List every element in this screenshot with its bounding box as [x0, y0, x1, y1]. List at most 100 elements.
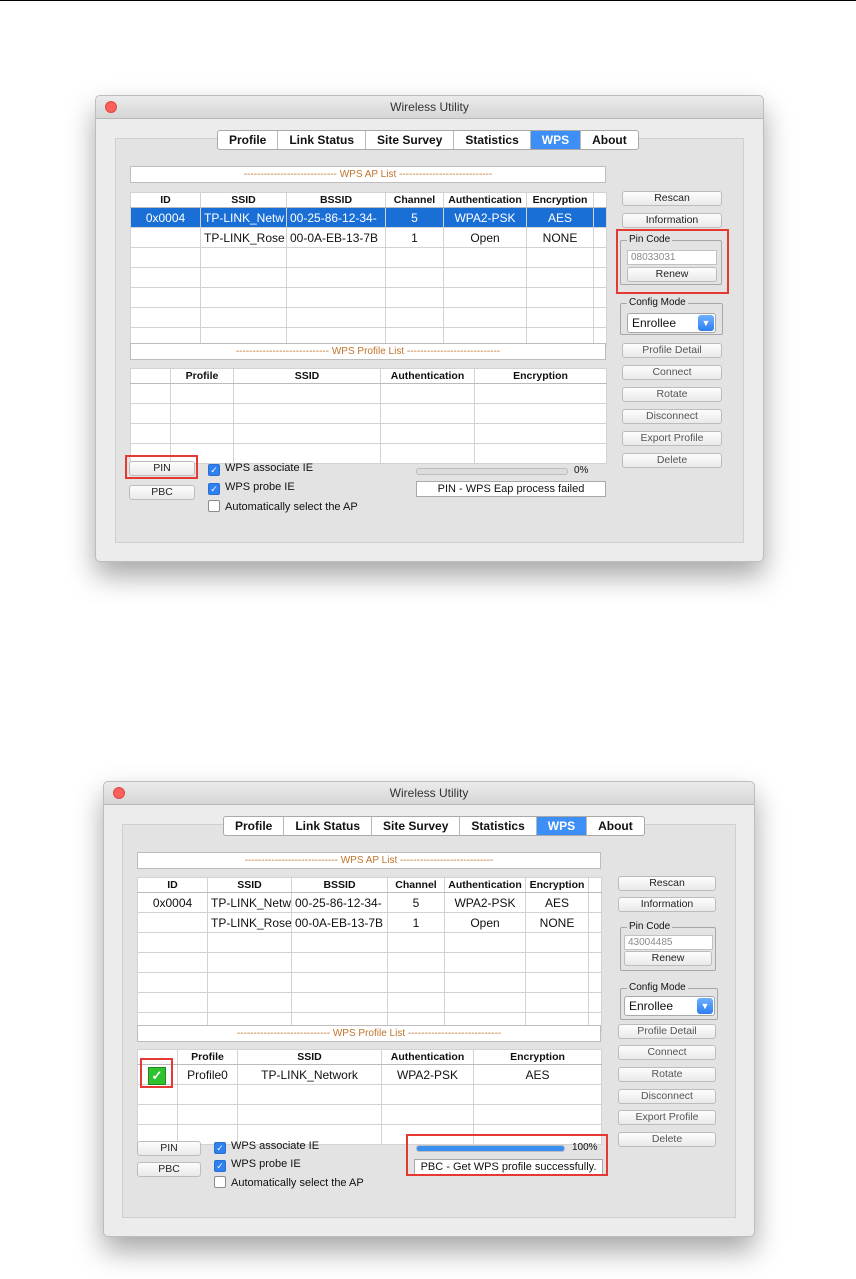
tab-about[interactable]: About	[587, 817, 644, 835]
chevron-down-icon: ▼	[697, 998, 713, 1014]
rescan-button[interactable]: Rescan	[622, 191, 722, 206]
config-mode-select[interactable]: Enrollee ▼	[627, 313, 716, 333]
wps-profile-table[interactable]: Profile SSID Authentication Encryption P…	[137, 1049, 602, 1145]
rotate-button[interactable]: Rotate	[622, 387, 722, 402]
col-ssid[interactable]: SSID	[233, 368, 381, 384]
wps-panel: Profile Link Status Site Survey Statisti…	[115, 130, 744, 543]
config-mode-select[interactable]: Enrollee ▼	[624, 996, 715, 1016]
delete-button[interactable]: Delete	[618, 1132, 716, 1147]
table-row[interactable]: 0x0004 TP-LINK_Netw 00-25-86-12-34- 5 WP…	[130, 207, 607, 228]
col-authentication[interactable]: Authentication	[381, 1049, 474, 1065]
tab-about[interactable]: About	[581, 131, 638, 149]
col-bssid[interactable]: BSSID	[286, 192, 386, 208]
empty-row	[137, 1104, 602, 1125]
information-button[interactable]: Information	[618, 897, 716, 912]
cell-id: 0x0004	[137, 892, 208, 913]
top-rule	[0, 0, 856, 1]
config-mode-group: Config Mode Enrollee ▼	[620, 982, 718, 1020]
wps-ap-table[interactable]: ID SSID BSSID Channel Authentication Enc…	[130, 192, 607, 348]
checkbox-unchecked-icon	[214, 1176, 226, 1188]
wps-probe-ie-checkbox[interactable]: ✓ WPS probe IE	[208, 481, 295, 495]
col-spacer	[593, 192, 607, 208]
tab-site-survey[interactable]: Site Survey	[366, 131, 455, 149]
auto-select-ap-label: Automatically select the AP	[231, 1177, 364, 1189]
col-encryption[interactable]: Encryption	[473, 1049, 602, 1065]
profile-detail-button[interactable]: Profile Detail	[618, 1024, 716, 1039]
table-row[interactable]: TP-LINK_Rose 00-0A-EB-13-7B 1 Open NONE	[130, 227, 607, 248]
tab-wps[interactable]: WPS	[536, 817, 588, 835]
tab-link-status[interactable]: Link Status	[284, 817, 373, 835]
tab-statistics[interactable]: Statistics	[454, 131, 531, 149]
col-authentication[interactable]: Authentication	[380, 368, 475, 384]
config-mode-value: Enrollee	[632, 316, 677, 330]
wps-profile-table[interactable]: Profile SSID Authentication Encryption	[130, 368, 607, 464]
col-profile[interactable]: Profile	[177, 1049, 238, 1065]
table-row[interactable]: TP-LINK_Rose 00-0A-EB-13-7B 1 Open NONE	[137, 912, 602, 933]
table-header: Profile SSID Authentication Encryption	[137, 1049, 602, 1065]
cell-channel: 5	[385, 207, 444, 228]
renew-button[interactable]: Renew	[624, 951, 712, 966]
col-channel[interactable]: Channel	[387, 877, 445, 893]
export-profile-button[interactable]: Export Profile	[622, 431, 722, 446]
table-header: ID SSID BSSID Channel Authentication Enc…	[130, 192, 607, 208]
col-encryption[interactable]: Encryption	[526, 192, 594, 208]
col-bssid[interactable]: BSSID	[291, 877, 388, 893]
col-ssid[interactable]: SSID	[237, 1049, 382, 1065]
disconnect-button[interactable]: Disconnect	[622, 409, 722, 424]
rescan-button[interactable]: Rescan	[618, 876, 716, 891]
empty-row	[137, 972, 602, 993]
close-window-button[interactable]	[113, 787, 125, 799]
table-row[interactable]: Profile0 TP-LINK_Network WPA2-PSK AES	[137, 1064, 602, 1085]
information-button[interactable]: Information	[622, 213, 722, 228]
auto-select-ap-checkbox[interactable]: Automatically select the AP	[214, 1176, 364, 1190]
empty-row	[130, 267, 607, 288]
pin-code-field[interactable]: 43004485	[624, 935, 713, 950]
tab-wps[interactable]: WPS	[530, 131, 582, 149]
col-encryption[interactable]: Encryption	[474, 368, 607, 384]
tab-profile[interactable]: Profile	[218, 131, 279, 149]
pbc-button[interactable]: PBC	[129, 485, 195, 500]
profile-detail-button[interactable]: Profile Detail	[622, 343, 722, 358]
tab-profile[interactable]: Profile	[224, 817, 285, 835]
wps-probe-ie-checkbox[interactable]: ✓ WPS probe IE	[214, 1158, 301, 1172]
col-id[interactable]: ID	[130, 192, 201, 208]
export-profile-button[interactable]: Export Profile	[618, 1110, 716, 1125]
config-mode-group: Config Mode Enrollee ▼	[620, 297, 723, 335]
connect-button[interactable]: Connect	[622, 365, 722, 380]
close-window-button[interactable]	[105, 101, 117, 113]
col-ssid[interactable]: SSID	[207, 877, 292, 893]
col-authentication[interactable]: Authentication	[443, 192, 527, 208]
empty-row	[130, 307, 607, 328]
status-message: PIN - WPS Eap process failed	[416, 481, 606, 497]
disconnect-button[interactable]: Disconnect	[618, 1089, 716, 1104]
delete-button[interactable]: Delete	[622, 453, 722, 468]
tab-link-status[interactable]: Link Status	[278, 131, 367, 149]
window-title: Wireless Utility	[389, 786, 469, 800]
auto-select-ap-checkbox[interactable]: Automatically select the AP	[208, 500, 358, 514]
rotate-button[interactable]: Rotate	[618, 1067, 716, 1082]
cell-channel: 5	[387, 892, 445, 913]
wps-associate-ie-checkbox[interactable]: ✓ WPS associate IE	[208, 462, 313, 476]
pin-button[interactable]: PIN	[137, 1141, 201, 1156]
tab-bar: Profile Link Status Site Survey Statisti…	[217, 130, 639, 150]
wps-associate-ie-label: WPS associate IE	[225, 462, 314, 474]
checkbox-unchecked-icon	[208, 500, 220, 512]
empty-row	[130, 403, 607, 424]
wps-ap-table[interactable]: ID SSID BSSID Channel Authentication Enc…	[137, 877, 602, 1033]
checkbox-checked-icon: ✓	[214, 1160, 226, 1172]
col-channel[interactable]: Channel	[385, 192, 444, 208]
col-encryption[interactable]: Encryption	[525, 877, 589, 893]
cell-channel: 1	[385, 227, 444, 248]
table-row[interactable]: 0x0004 TP-LINK_Netw 00-25-86-12-34- 5 WP…	[137, 892, 602, 913]
config-mode-value: Enrollee	[629, 999, 674, 1013]
col-authentication[interactable]: Authentication	[444, 877, 526, 893]
tab-statistics[interactable]: Statistics	[460, 817, 537, 835]
wps-associate-ie-checkbox[interactable]: ✓ WPS associate IE	[214, 1140, 319, 1154]
cell-bssid: 00-25-86-12-34-	[286, 207, 386, 228]
col-ssid[interactable]: SSID	[200, 192, 287, 208]
pbc-button[interactable]: PBC	[137, 1162, 201, 1177]
connect-button[interactable]: Connect	[618, 1045, 716, 1060]
col-id[interactable]: ID	[137, 877, 208, 893]
tab-site-survey[interactable]: Site Survey	[372, 817, 461, 835]
col-profile[interactable]: Profile	[170, 368, 234, 384]
